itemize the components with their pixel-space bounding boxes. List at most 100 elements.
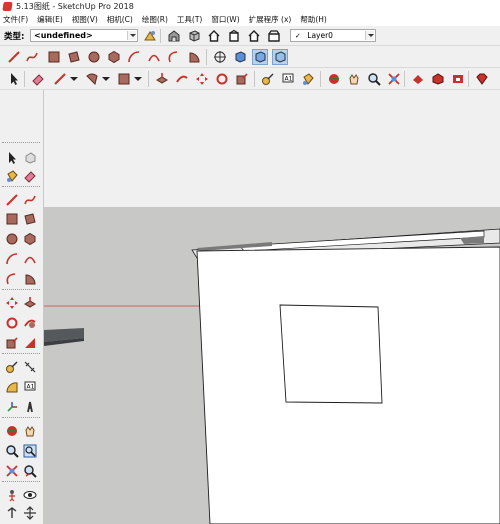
type-select[interactable]: <undefined> bbox=[30, 29, 138, 42]
scale-icon[interactable] bbox=[234, 71, 250, 87]
panel-grip[interactable] bbox=[2, 289, 40, 291]
menu-camera[interactable]: 相机(C) bbox=[107, 14, 133, 25]
zoom-extents-icon[interactable] bbox=[386, 71, 402, 87]
eraser-icon[interactable] bbox=[30, 71, 46, 87]
home-view-icon[interactable] bbox=[206, 28, 222, 44]
component-attributes-icon[interactable] bbox=[142, 28, 158, 44]
panel-grip[interactable] bbox=[2, 417, 40, 419]
panel-grip[interactable] bbox=[2, 142, 40, 144]
rotate-icon[interactable] bbox=[4, 315, 20, 331]
menu-file[interactable]: 文件(F) bbox=[3, 14, 28, 25]
pie-icon[interactable] bbox=[186, 49, 202, 65]
dimension-icon[interactable] bbox=[22, 359, 38, 375]
pan-icon[interactable] bbox=[346, 71, 362, 87]
iso-view-icon[interactable] bbox=[232, 49, 248, 65]
zoom-icon[interactable] bbox=[4, 443, 20, 459]
right-view-icon[interactable] bbox=[246, 28, 262, 44]
extension-warehouse-icon[interactable] bbox=[450, 71, 466, 87]
modeling-viewport[interactable] bbox=[44, 90, 500, 524]
circle-icon[interactable] bbox=[4, 231, 20, 247]
warehouse-3d-icon[interactable] bbox=[410, 71, 426, 87]
box-view-icon[interactable] bbox=[186, 28, 202, 44]
move-icon[interactable] bbox=[4, 295, 20, 311]
component-icon[interactable] bbox=[22, 150, 38, 166]
position-camera-icon[interactable] bbox=[4, 487, 20, 503]
arc-icon[interactable] bbox=[4, 251, 20, 267]
rectangle-icon[interactable] bbox=[46, 49, 62, 65]
orbit-icon[interactable] bbox=[4, 423, 20, 439]
menu-edit[interactable]: 编辑(E) bbox=[37, 14, 63, 25]
rotated-rectangle-icon[interactable] bbox=[66, 49, 82, 65]
chevron-down-icon[interactable] bbox=[365, 31, 374, 40]
arc-icon[interactable] bbox=[126, 49, 142, 65]
walk-icon[interactable] bbox=[4, 505, 20, 521]
menu-bar: 文件(F) 编辑(E) 视图(V) 相机(C) 绘图(R) 工具(T) 窗口(W… bbox=[0, 13, 500, 26]
zoom-icon[interactable] bbox=[366, 71, 382, 87]
chevron-down-icon[interactable] bbox=[127, 31, 136, 40]
select-icon[interactable] bbox=[6, 71, 22, 87]
pie-icon[interactable] bbox=[22, 271, 38, 287]
freehand-icon[interactable] bbox=[24, 49, 40, 65]
scale-icon[interactable] bbox=[4, 335, 20, 351]
menu-view[interactable]: 视图(V) bbox=[72, 14, 98, 25]
polygon-icon[interactable] bbox=[106, 49, 122, 65]
menu-window[interactable]: 窗口(W) bbox=[211, 14, 239, 25]
tape-icon[interactable] bbox=[4, 359, 20, 375]
line-icon[interactable] bbox=[6, 49, 22, 65]
front-view-icon[interactable] bbox=[226, 28, 242, 44]
warehouse-icon[interactable] bbox=[166, 28, 182, 44]
xray-icon[interactable] bbox=[252, 49, 268, 65]
three-point-arc-icon[interactable] bbox=[4, 271, 20, 287]
line-icon[interactable] bbox=[4, 192, 20, 208]
chevron-down-icon[interactable] bbox=[130, 71, 146, 87]
text-icon[interactable]: A1 bbox=[22, 379, 38, 395]
zoom-extents-icon[interactable] bbox=[4, 463, 20, 479]
eraser-icon[interactable] bbox=[22, 168, 38, 184]
offset-icon[interactable] bbox=[22, 335, 38, 351]
panel-grip[interactable] bbox=[2, 186, 40, 188]
previous-view-icon[interactable] bbox=[22, 463, 38, 479]
freehand-icon[interactable] bbox=[22, 192, 38, 208]
push-pull-icon[interactable] bbox=[22, 295, 38, 311]
chevron-down-icon[interactable] bbox=[98, 71, 114, 87]
menu-extensions[interactable]: 扩展程序 (x) bbox=[249, 14, 292, 25]
section-plane-icon[interactable] bbox=[22, 505, 38, 521]
rotated-rectangle-icon[interactable] bbox=[22, 211, 38, 227]
text-icon[interactable]: A1 bbox=[280, 71, 296, 87]
menu-draw[interactable]: 绘图(R) bbox=[142, 14, 168, 25]
paint-icon[interactable] bbox=[300, 71, 316, 87]
panel-grip[interactable] bbox=[2, 481, 40, 483]
follow-me-icon[interactable] bbox=[22, 315, 38, 331]
paint-icon[interactable] bbox=[4, 168, 20, 184]
share-model-icon[interactable] bbox=[430, 71, 446, 87]
push-pull-icon[interactable] bbox=[154, 71, 170, 87]
chevron-down-icon[interactable] bbox=[66, 71, 82, 87]
zoom-window-icon[interactable] bbox=[22, 443, 38, 459]
protractor-icon[interactable] bbox=[4, 379, 20, 395]
back-edges-icon[interactable] bbox=[272, 49, 288, 65]
rotate-icon[interactable] bbox=[214, 71, 230, 87]
pan-icon[interactable] bbox=[22, 423, 38, 439]
orbit-target-icon[interactable] bbox=[212, 49, 228, 65]
rectangle-icon[interactable] bbox=[4, 211, 20, 227]
circle-icon[interactable] bbox=[86, 49, 102, 65]
3d-text-icon[interactable] bbox=[22, 399, 38, 415]
orbit-icon[interactable] bbox=[326, 71, 342, 87]
axes-icon[interactable] bbox=[4, 399, 20, 415]
two-point-arc-icon[interactable] bbox=[146, 49, 162, 65]
scene-geometry[interactable] bbox=[44, 90, 500, 524]
tape-icon[interactable] bbox=[260, 71, 276, 87]
ruby-icon[interactable] bbox=[474, 71, 490, 87]
look-around-icon[interactable] bbox=[22, 487, 38, 503]
menu-tools[interactable]: 工具(T) bbox=[177, 14, 202, 25]
two-point-arc-icon[interactable] bbox=[22, 251, 38, 267]
three-point-arc-icon[interactable] bbox=[166, 49, 182, 65]
layer-select[interactable]: ✓ Layer0 bbox=[290, 29, 376, 42]
panel-grip[interactable] bbox=[2, 353, 40, 355]
menu-help[interactable]: 帮助(H) bbox=[300, 14, 327, 25]
move-icon[interactable] bbox=[194, 71, 210, 87]
select-icon[interactable] bbox=[4, 150, 20, 166]
back-view-icon[interactable] bbox=[266, 28, 282, 44]
follow-me-icon[interactable] bbox=[174, 71, 190, 87]
polygon-icon[interactable] bbox=[22, 231, 38, 247]
